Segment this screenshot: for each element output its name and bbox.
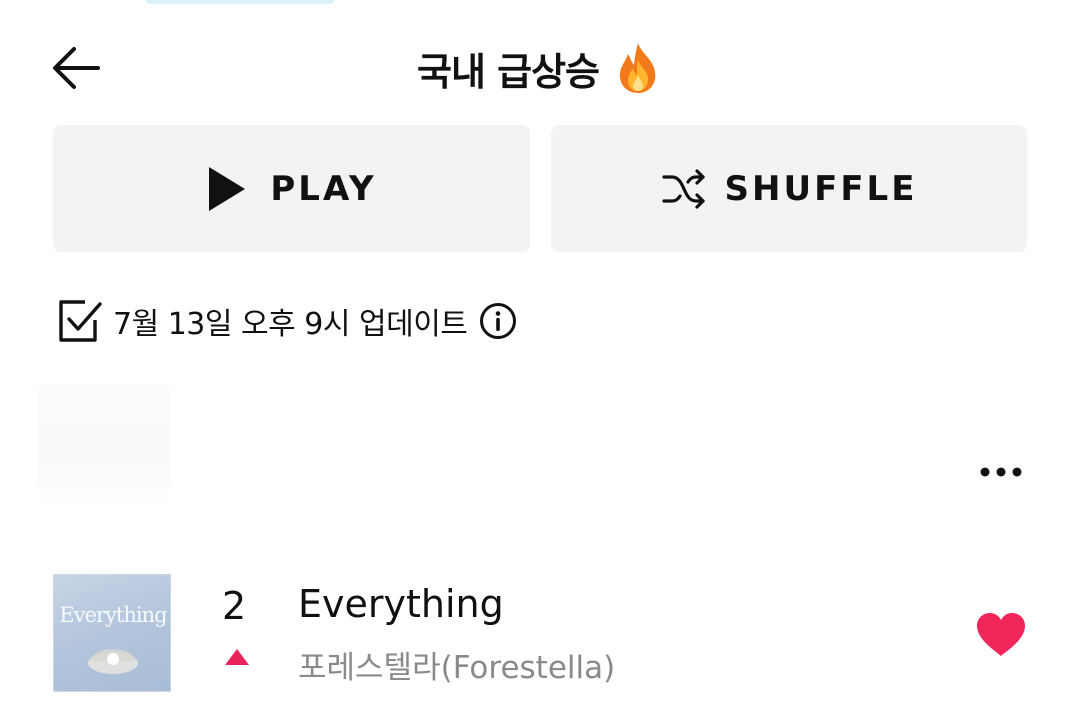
page-title-group: 국내 급상승 bbox=[0, 36, 1080, 100]
header: 국내 급상승 bbox=[0, 0, 1080, 130]
checkbox-icon bbox=[59, 300, 102, 342]
rank-up-icon bbox=[225, 649, 249, 665]
shell-illustration bbox=[88, 649, 138, 674]
heart-icon[interactable] bbox=[975, 612, 1027, 658]
album-art: Everything bbox=[53, 574, 171, 692]
track-row[interactable]: Everything 2 Everything 포레스텔라(Forestella… bbox=[0, 560, 1080, 701]
track-title: Everything bbox=[298, 582, 504, 626]
track-artist: 포레스텔라(Forestella) bbox=[298, 650, 616, 686]
more-options-button[interactable] bbox=[970, 452, 1032, 492]
update-timestamp: 7월 13일 오후 9시 업데이트 bbox=[113, 307, 468, 342]
play-button[interactable]: PLAY bbox=[53, 125, 530, 252]
album-art-placeholder bbox=[38, 385, 170, 510]
more-horizontal-icon bbox=[980, 467, 1022, 477]
shuffle-button[interactable]: SHUFFLE bbox=[551, 125, 1027, 252]
page-title: 국내 급상승 bbox=[416, 49, 600, 94]
info-icon[interactable] bbox=[479, 302, 517, 340]
update-info: 7월 13일 오후 9시 업데이트 bbox=[55, 296, 517, 346]
play-icon bbox=[209, 166, 246, 211]
album-art-title: Everything bbox=[59, 603, 167, 627]
shuffle-button-label: SHUFFLE bbox=[724, 168, 918, 209]
fire-icon bbox=[619, 43, 656, 93]
track-rank: 2 bbox=[222, 584, 247, 628]
play-button-label: PLAY bbox=[270, 168, 377, 209]
shuffle-icon bbox=[661, 168, 705, 209]
